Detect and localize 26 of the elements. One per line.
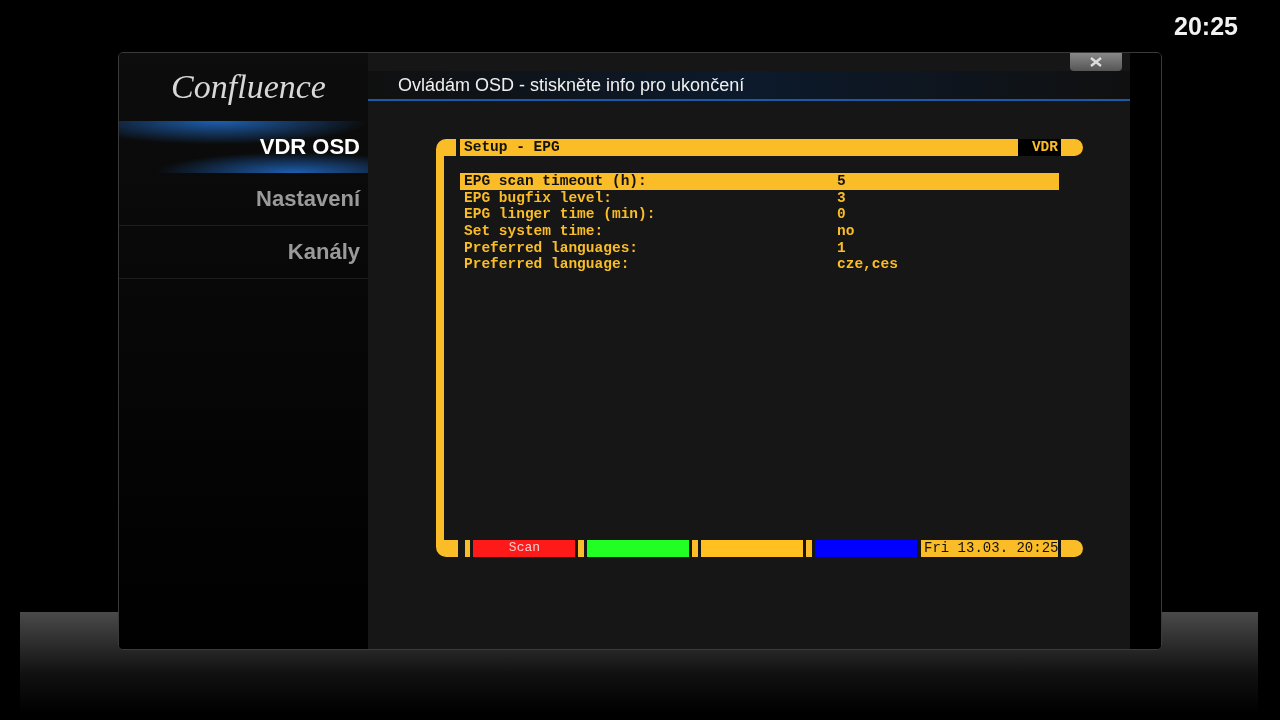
close-icon xyxy=(1088,57,1103,67)
color-button[interactable] xyxy=(587,540,690,557)
color-button[interactable] xyxy=(701,540,804,557)
osd-title: Setup - EPG xyxy=(460,139,1018,156)
separator-tick xyxy=(806,540,813,557)
menu-row[interactable]: EPG bugfix level: 3 xyxy=(460,189,1059,207)
frame-end-cap xyxy=(1061,540,1083,557)
frame-end-cap xyxy=(1061,139,1083,156)
menu-row[interactable]: Set system time: no xyxy=(460,222,1059,240)
frame-corner xyxy=(436,540,458,557)
osd-badge: VDR xyxy=(1018,139,1061,156)
separator-tick xyxy=(578,540,585,557)
separator-tick xyxy=(692,540,699,557)
separator-tick xyxy=(464,540,471,557)
frame-corner xyxy=(436,139,456,156)
clock: 20:25 xyxy=(1174,11,1238,41)
menu-row[interactable]: EPG linger time (min): 0 xyxy=(460,206,1059,223)
close-button[interactable] xyxy=(1069,53,1122,71)
logo: Confluence xyxy=(170,67,327,107)
date-time: Fri 13.03. 20:25 xyxy=(921,540,1059,557)
sidebar-item[interactable]: VDR OSD xyxy=(119,121,368,173)
menu-row[interactable]: Preferred language: cze,ces xyxy=(460,255,1059,273)
header-title: Ovládám OSD - stiskněte info pro ukončení xyxy=(398,74,745,96)
color-button[interactable] xyxy=(815,540,917,557)
menu-row[interactable]: EPG scan timeout (h): 5 xyxy=(460,173,1059,190)
menu-row[interactable]: Preferred languages: 1 xyxy=(460,239,1059,256)
